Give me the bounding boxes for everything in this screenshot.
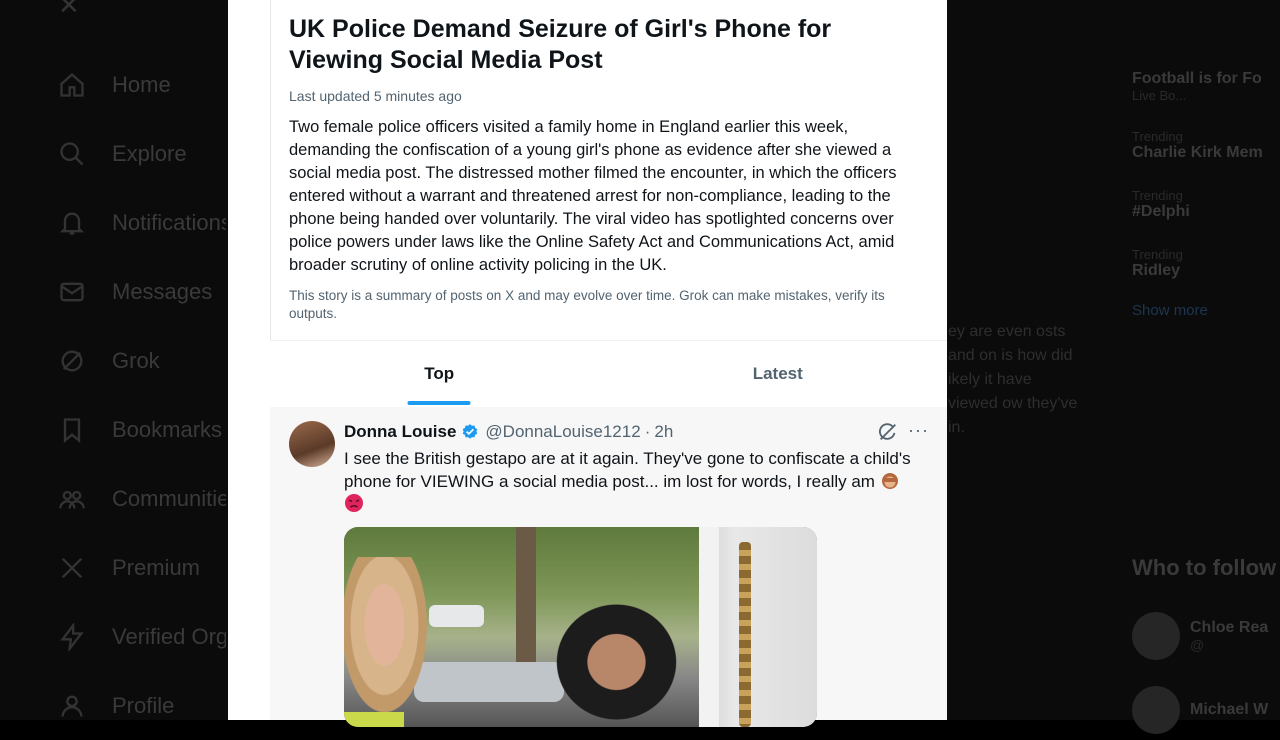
trend-item[interactable]: Trending Ridley [1132,247,1280,280]
search-icon [58,140,86,168]
sidebar-item-label: Verified Orgs [112,623,226,649]
sidebar-item-notifications[interactable]: Notifications [58,188,226,257]
post-author-handle[interactable]: @DonnaLouise1212 [485,422,640,442]
trend-meta: Trending [1132,247,1183,262]
media-tree [516,527,536,677]
trend-item[interactable]: Trending #Delphi [1132,188,1280,221]
trend-sub: Live Bo... [1132,88,1187,103]
sidebar-item-label: Bookmarks [112,416,223,442]
see-no-evil-monkey-icon [880,470,900,490]
media-door-frame [699,527,719,727]
people-icon [58,485,86,513]
follow-suggestion[interactable]: Chloe Rea @ [1132,612,1268,660]
avatar [1132,612,1180,660]
more-options-icon[interactable]: ··· [908,421,930,443]
sidebar-item-label: Messages [112,278,213,304]
post-video-thumbnail[interactable] [344,527,817,727]
tab-top[interactable]: Top [270,341,609,407]
background-post-text: ey are even osts and on is how did ikely… [948,323,1078,436]
media-person [344,557,434,727]
bookmark-icon [58,416,86,444]
last-updated: Last updated 5 minutes ago [289,88,462,104]
sidebar-item-bookmarks[interactable]: Bookmarks [58,395,226,464]
sidebar-item-premium[interactable]: Premium [58,533,226,602]
post-author-name[interactable]: Donna Louise [344,422,456,442]
sidebar-item-label: Home [112,71,171,97]
media-car [429,605,484,627]
follow-name: Michael W [1190,701,1269,718]
trend-title: Ridley [1132,262,1181,279]
sidebar-item-label: Explore [112,140,187,166]
sidebar-item-label: Notifications [112,209,226,235]
sidebar-item-verified-orgs[interactable]: Verified Orgs [58,602,226,671]
x-logo-icon [58,554,86,582]
post-timestamp[interactable]: 2h [654,422,673,442]
grok-icon [58,347,86,375]
story-disclaimer: This story is a summary of posts on X an… [289,288,885,321]
sidebar-item-grok[interactable]: Grok [58,326,226,395]
sidebar-item-communities[interactable]: Communities [58,464,226,533]
post-text: I see the British gestapo are at it agai… [344,447,929,516]
sidebar-item-label: Profile [112,692,175,718]
divider [270,0,271,340]
avatar [1132,686,1180,734]
sidebar-item-home[interactable]: Home [58,50,226,119]
angry-face-icon [344,493,364,513]
media-door-chain [739,542,751,727]
story-title: UK Police Demand Seizure of Girl's Phone… [289,15,832,74]
follow-name: Chloe Rea [1190,619,1269,636]
trend-item[interactable]: Football is for Fo Live Bo... [1132,70,1280,103]
follow-handle: @ [1190,637,1205,653]
tab-bar: Top Latest [270,341,947,407]
post-body: I see the British gestapo are at it agai… [344,449,911,491]
x-logo-icon[interactable]: ✕ [58,0,80,21]
home-icon [58,71,86,99]
person-icon [58,692,86,720]
sidebar-item-explore[interactable]: Explore [58,119,226,188]
trend-title: Charlie Kirk Mem [1132,144,1263,161]
media-person [549,597,684,727]
who-to-follow-heading: Who to follow [1132,555,1277,580]
trend-title: #Delphi [1132,203,1190,220]
trends-panel: Football is for Fo Live Bo... Trending C… [1132,70,1280,319]
verified-badge-icon [461,423,479,441]
sidebar-item-messages[interactable]: Messages [58,257,226,326]
mail-icon [58,278,86,306]
trend-title: Football is for Fo [1132,70,1262,87]
sidebar-item-profile[interactable]: Profile [58,671,226,740]
sidebar-nav: Home Explore Notifications Messages Grok… [58,50,226,740]
story-summary: Two female police officers visited a fam… [289,118,897,274]
show-more-link[interactable]: Show more [1132,302,1280,319]
avatar[interactable] [289,421,335,467]
trend-meta: Trending [1132,129,1183,144]
media-car [414,662,564,702]
sidebar-item-label: Communities [112,485,226,511]
follow-suggestion[interactable]: Michael W [1132,686,1268,734]
bell-icon [58,209,86,237]
tab-latest[interactable]: Latest [609,341,948,407]
grok-icon[interactable] [877,421,899,443]
post-separator: · [644,422,651,441]
trend-meta: Trending [1132,188,1183,203]
sidebar-item-label: Grok [112,347,160,373]
trend-item[interactable]: Trending Charlie Kirk Mem [1132,129,1280,162]
post-header: Donna Louise @DonnaLouise1212 · 2h [344,422,673,442]
sidebar-item-label: Premium [112,554,201,580]
lightning-icon [58,622,86,651]
